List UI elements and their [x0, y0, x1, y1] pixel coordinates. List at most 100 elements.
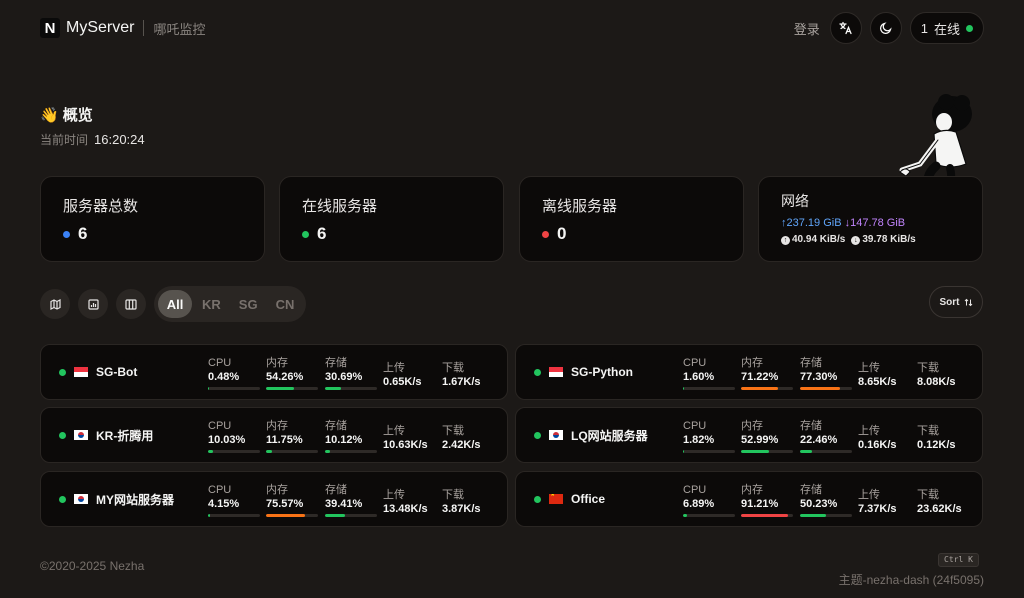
online-dot	[534, 431, 541, 439]
metric-disk: 存储 10.12%	[325, 420, 377, 453]
logo-icon[interactable]: N	[40, 18, 60, 38]
flag-icon-kr	[74, 494, 88, 504]
chart-view-button[interactable]	[78, 289, 108, 319]
server-card[interactable]: MY网站服务器 CPU 4.15% 内存 75.57% 存储 39.41% 上传 13.48K/…	[40, 471, 508, 527]
usage-bar-fill	[683, 450, 684, 453]
stat-card-online[interactable]: 在线服务器 6	[279, 176, 504, 262]
theme-info[interactable]: 主题-nezha-dash (24f5095)	[839, 571, 984, 588]
online-dot	[59, 495, 66, 503]
metric-value: 50.23%	[800, 498, 838, 510]
server-name: LQ网站服务器	[534, 408, 648, 462]
metric-down: 下载 3.87K/s	[442, 489, 481, 517]
map-icon	[49, 298, 61, 310]
upload-speed-icon: ↑	[781, 236, 790, 245]
metric-up: 上传 8.65K/s	[858, 362, 897, 390]
flag-icon-kr	[74, 430, 88, 440]
overview-section: 👋 概览 当前时间 16:20:24	[40, 104, 145, 148]
grid-view-button[interactable]	[116, 289, 146, 319]
tab-cn[interactable]: CN	[268, 290, 303, 318]
app-subtitle: 哪吒监控	[153, 21, 206, 37]
command-shortcut[interactable]: Ctrl K	[938, 553, 979, 567]
metric-mem: 内存 52.99%	[741, 420, 793, 453]
metric-label: 存储	[325, 484, 347, 496]
current-time: 当前时间 16:20:24	[40, 131, 145, 148]
overview-heading: 概览	[62, 107, 93, 124]
tab-kr[interactable]: KR	[194, 290, 229, 318]
metric-disk: 存储 30.69%	[325, 357, 377, 390]
metric-value: 77.30%	[800, 371, 838, 383]
usage-bar	[683, 387, 735, 390]
server-label: SG-Python	[571, 365, 633, 379]
metric-label: 存储	[800, 420, 822, 432]
metric-label: 内存	[741, 420, 763, 432]
online-status-dot	[966, 24, 973, 32]
usage-bar-fill	[208, 514, 211, 517]
app-name[interactable]: MyServer	[66, 19, 134, 37]
upload-speed: 40.94 KiB/s	[792, 234, 846, 245]
usage-bar-fill	[683, 514, 687, 517]
usage-bar	[325, 514, 377, 517]
usage-bar	[741, 514, 793, 517]
usage-bar	[741, 450, 793, 453]
metric-up: 上传 10.63K/s	[383, 425, 428, 453]
metric-up: 上传 0.65K/s	[383, 362, 422, 390]
metric-cpu: CPU 0.48%	[208, 357, 260, 390]
header-divider	[143, 20, 145, 36]
metric-value: 52.99%	[741, 434, 779, 446]
metric-mem: 内存 54.26%	[266, 357, 318, 390]
usage-bar-fill	[325, 450, 331, 453]
metric-value: 0.48%	[208, 371, 240, 383]
metric-label: 内存	[741, 484, 763, 496]
online-dot	[534, 495, 541, 503]
metric-label: 上传	[383, 425, 405, 437]
usage-bar	[800, 387, 852, 390]
download-speed-icon: ↓	[851, 236, 861, 245]
metric-value: 10.03%	[208, 434, 246, 446]
usage-bar-fill	[266, 387, 295, 390]
metric-label: CPU	[683, 420, 707, 432]
copyright: ©2020-2025 Nezha	[40, 559, 145, 573]
metric-label: 下载	[917, 425, 939, 437]
metric-up: 上传 7.37K/s	[858, 489, 897, 517]
language-button[interactable]	[829, 12, 862, 44]
metric-label: 下载	[442, 425, 464, 437]
metric-value: 10.63K/s	[383, 439, 428, 451]
online-users-pill[interactable]: 1 在线	[909, 12, 984, 44]
metric-value: 3.87K/s	[442, 503, 481, 515]
server-card[interactable]: Office CPU 6.89% 内存 91.21% 存储 50.23% 上传 7.37K/s 下…	[515, 471, 983, 527]
metric-label: CPU	[683, 357, 707, 369]
metric-label: 存储	[325, 420, 347, 432]
stat-card-network[interactable]: 网络 ↑237.19 GiB ↓147.78 GiB ↑ 40.94 KiB/s …	[758, 176, 983, 262]
server-card[interactable]: KR-折腾用 CPU 10.03% 内存 11.75% 存储 10.12% 上传 10.63K/…	[40, 407, 508, 463]
online-count: 1	[920, 20, 928, 36]
stat-card-offline[interactable]: 离线服务器 0	[519, 176, 744, 262]
login-link[interactable]: 登录	[794, 19, 820, 38]
server-label: LQ网站服务器	[571, 428, 648, 443]
server-card[interactable]: LQ网站服务器 CPU 1.82% 内存 52.99% 存储 22.46% 上传 0.16K/s…	[515, 407, 983, 463]
upload-total: ↑237.19 GiB	[781, 217, 842, 229]
usage-bar	[266, 450, 318, 453]
time-value: 16:20:24	[94, 132, 145, 147]
metric-down: 下载 2.42K/s	[442, 425, 481, 453]
stat-value: 0	[557, 224, 567, 243]
online-dot	[534, 368, 541, 376]
theme-toggle-button[interactable]	[869, 12, 902, 44]
metric-down: 下载 1.67K/s	[442, 362, 481, 390]
metric-value: 54.26%	[266, 371, 304, 383]
header-actions: 登录 1 在线	[794, 12, 984, 44]
metric-down: 下载 8.08K/s	[917, 362, 956, 390]
tab-sg[interactable]: SG	[231, 290, 266, 318]
metric-label: 下载	[442, 362, 464, 374]
tab-all[interactable]: All	[158, 290, 192, 318]
map-view-button[interactable]	[40, 289, 70, 319]
server-card[interactable]: SG-Bot CPU 0.48% 内存 54.26% 存储 30.69% 上传 0.65K/s 下…	[40, 344, 508, 400]
server-card[interactable]: SG-Python CPU 1.60% 内存 71.22% 存储 77.30% 上传 8.65K…	[515, 344, 983, 400]
usage-bar-fill	[800, 387, 841, 390]
metric-label: 内存	[266, 357, 288, 369]
usage-bar	[208, 387, 260, 390]
metric-label: 下载	[442, 489, 464, 501]
sort-button[interactable]: Sort	[929, 286, 983, 318]
metric-value: 22.46%	[800, 434, 838, 446]
wave-icon: 👋	[40, 106, 59, 124]
stat-card-total[interactable]: 服务器总数 6	[40, 176, 265, 262]
